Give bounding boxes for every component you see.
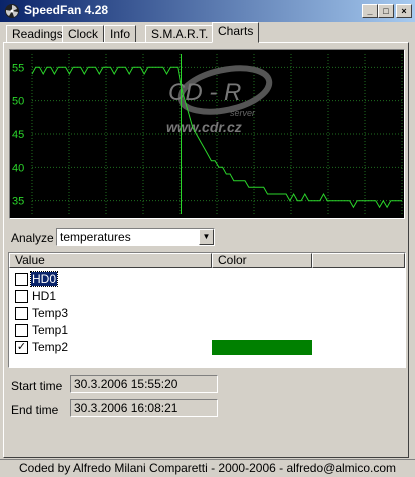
column-header-value[interactable]: Value (9, 253, 212, 268)
list-item-label: HD1 (32, 289, 57, 303)
checkbox-temp3[interactable] (15, 307, 28, 320)
list-item-label: HD0 (29, 271, 59, 287)
tab-smart[interactable]: S.M.A.R.T. (145, 25, 215, 43)
analyze-label: Analyze (11, 231, 54, 245)
chevron-down-icon[interactable]: ▼ (199, 229, 214, 245)
y-tick-label: 50 (12, 96, 24, 108)
list-item[interactable]: Temp1 (11, 322, 405, 339)
watermark-title: CD - R (168, 79, 241, 106)
start-time-label: Start time (11, 379, 63, 393)
end-time-field: 30.3.2006 16:08:21 (70, 399, 218, 417)
checkbox-temp2[interactable]: ✓ (15, 341, 28, 354)
y-tick-label: 35 (12, 196, 24, 208)
tab-info[interactable]: Info (104, 25, 137, 43)
close-button[interactable]: × (396, 4, 412, 18)
color-swatch[interactable] (212, 340, 312, 355)
watermark-url: www.cdr.cz (166, 119, 242, 135)
temperature-chart: 55 50 45 40 35 CD - R server www.cdr.cz (9, 49, 405, 219)
end-time-label: End time (11, 403, 59, 417)
checkbox-hd1[interactable] (15, 290, 28, 303)
list-item[interactable]: ✓ Temp2 (11, 339, 405, 356)
status-bar: Coded by Alfredo Milani Comparetti - 200… (0, 459, 415, 477)
analyze-select[interactable]: temperatures ▼ (56, 228, 215, 246)
column-header-color[interactable]: Color (212, 253, 312, 268)
column-header-empty (312, 253, 405, 268)
analyze-value: temperatures (60, 230, 131, 244)
value-list[interactable]: Value Color HD0 HD1 Temp3 Temp1 ✓ Temp2 (8, 252, 406, 368)
watermark-subtitle: server (230, 108, 256, 118)
minimize-button[interactable]: _ (362, 4, 378, 18)
checkbox-hd0[interactable] (15, 273, 28, 286)
y-tick-label: 45 (12, 129, 24, 141)
chart-svg: 55 50 45 40 35 CD - R serverwww.cdr.cz (12, 54, 403, 214)
checkbox-temp1[interactable] (15, 324, 28, 337)
y-tick-label: 55 (12, 62, 24, 74)
list-item-label: Temp2 (32, 340, 69, 354)
maximize-button[interactable]: □ (378, 4, 394, 18)
window-title: SpeedFan 4.28 (24, 3, 109, 17)
tab-charts[interactable]: Charts (212, 22, 260, 43)
y-tick-label: 40 (12, 162, 24, 174)
start-time-field: 30.3.2006 15:55:20 (70, 375, 218, 393)
title-bar: SpeedFan 4.28 _ □ × (0, 0, 415, 22)
tab-readings[interactable]: Readings (6, 25, 69, 43)
list-item[interactable]: Temp3 (11, 305, 405, 322)
list-item-label: Temp1 (32, 323, 69, 337)
list-item[interactable]: HD0 (11, 271, 405, 288)
list-item-label: Temp3 (32, 306, 69, 320)
tab-clock[interactable]: Clock (62, 25, 105, 43)
app-fan-icon (5, 4, 19, 18)
list-item[interactable]: HD1 (11, 288, 405, 305)
